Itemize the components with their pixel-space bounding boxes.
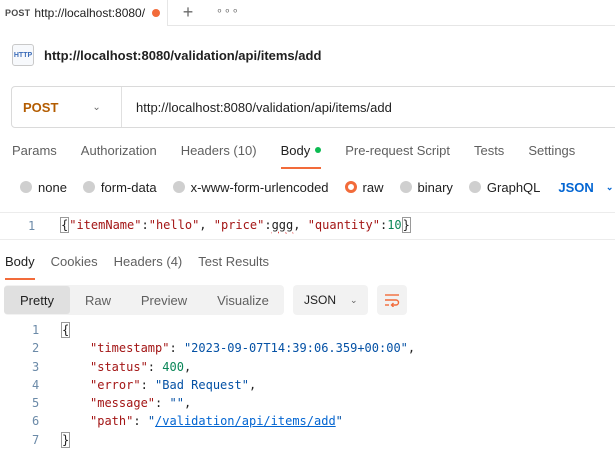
json-key: "timestamp" [90,341,170,356]
url-bar: POST ⌄ http://localhost:8080/validation/… [11,86,615,128]
radio-binary[interactable]: binary [399,179,453,195]
line-number: 3 [32,359,40,374]
radio-raw[interactable]: raw [344,179,384,195]
tab-headers[interactable]: Headers (10) [181,143,257,163]
radio-circle-icon [172,181,185,193]
chevron-down-icon: ⌄ [605,181,614,192]
response-format-label: JSON [304,293,337,307]
chevron-down-icon: ⌄ [350,294,358,305]
line-number: 2 [32,341,40,356]
code-line: 2 "timestamp": "2023-09-07T14:39:06.359+… [32,341,416,356]
radio-label: GraphQL [486,179,541,195]
response-body[interactable]: 1 { 2 "timestamp": "2023-09-07T14:39:06.… [0,321,615,449]
code-line: 1 { [0,321,615,339]
chevron-down-icon: ⌄ [92,101,101,113]
radio-circle-icon [82,181,95,193]
resp-tab-body[interactable]: Body [5,254,35,280]
resp-tab-test-results[interactable]: Test Results [198,254,269,274]
request-body-code[interactable]: {"itemName":"hello", "price":ggg, "quant… [60,217,411,233]
line-number: 4 [32,377,40,392]
json-key: "error" [90,377,141,392]
json-key: "message" [90,396,156,411]
view-mode-selector: Pretty Raw Preview Visualize [4,285,284,315]
radio-label: x-www-form-urlencoded [190,179,329,195]
wrap-lines-button[interactable] [377,285,407,315]
response-format-select[interactable]: JSON ⌄ [293,285,368,315]
tab-method-label: POST [5,8,31,18]
tab-authorization[interactable]: Authorization [81,143,157,163]
radio-selected-icon [344,181,357,193]
body-format-label: JSON [558,179,594,195]
body-format-select[interactable]: JSON ⌄ [558,180,613,195]
json-open-brace: { [61,322,71,338]
radio-circle-icon [399,181,412,193]
tab-pre-request-script[interactable]: Pre-request Script [345,143,450,163]
code-line: 6 "path": "/validation/api/items/add" [32,414,343,429]
radio-graphql[interactable]: GraphQL [468,179,541,195]
tab-body[interactable]: Body [280,143,322,169]
radio-form-data[interactable]: form-data [82,179,157,195]
tab-settings[interactable]: Settings [528,143,575,163]
resp-tab-headers[interactable]: Headers (4) [114,254,183,274]
radio-label: form-data [100,179,157,195]
more-options-icon[interactable]: ∘∘∘ [216,4,240,17]
radio-circle-icon [468,181,481,193]
resp-tab-cookies[interactable]: Cookies [51,254,98,274]
view-preview[interactable]: Preview [126,286,202,314]
json-key: "path" [90,414,134,429]
tab-title: http://localhost:8080/ [34,6,146,20]
unsaved-dot-icon[interactable] [152,9,161,17]
json-key: "status" [90,359,148,374]
radio-label: raw [362,179,384,195]
body-type-options: none form-data x-www-form-urlencoded raw… [20,178,613,196]
response-tabs: Body Cookies Headers (4) Test Results [5,254,285,280]
json-value: "2023-09-07T14:39:06.359+00:00" [183,341,408,356]
code-line: 3 "status": 400, [32,359,192,374]
radio-circle-icon [20,181,32,193]
request-body-editor[interactable]: 1 {"itemName":"hello", "price":ggg, "qua… [0,212,615,240]
code-line: 4 "error": "Bad Request", [32,377,257,392]
view-visualize[interactable]: Visualize [202,286,284,314]
line-number: 6 [32,414,40,429]
radio-label: binary [417,179,453,195]
request-header: HTTP http://localhost:8080/validation/ap… [12,42,321,68]
radio-label: none [38,179,67,195]
line-number: 7 [32,432,40,447]
request-tab[interactable]: POST http://localhost:8080/ [0,0,168,26]
code-line: 7 } [0,431,615,449]
radio-none[interactable]: none [20,180,67,195]
json-value: "" [169,396,184,411]
request-tabs: Params Authorization Headers (10) Body P… [12,143,599,169]
method-select[interactable]: POST ⌄ [12,87,122,127]
http-request-icon: HTTP [12,44,34,66]
request-tab-bar: POST http://localhost:8080/ + ∘∘∘ [0,0,615,26]
code-line: 5 "message": "", [32,396,192,411]
new-tab-plus-icon[interactable]: + [180,2,196,23]
line-number: 1 [28,219,36,233]
line-number: 5 [32,396,40,411]
wrap-lines-icon [385,294,400,307]
tab-body-label: Body [280,143,311,158]
body-indicator-dot-icon [315,147,322,153]
path-link[interactable]: /validation/api/items/add [155,414,336,428]
view-raw[interactable]: Raw [70,286,126,314]
syntax-error-token: ggg [271,218,294,232]
json-close-brace: } [61,431,71,448]
json-value: 400 [162,359,184,374]
method-label: POST [23,99,59,115]
tab-params[interactable]: Params [12,143,57,163]
line-number: 1 [32,323,40,337]
json-value: "Bad Request" [155,377,249,392]
request-name[interactable]: http://localhost:8080/validation/api/ite… [44,48,321,63]
radio-x-www-form-urlencoded[interactable]: x-www-form-urlencoded [172,179,329,195]
tab-tests[interactable]: Tests [474,143,504,163]
view-pretty[interactable]: Pretty [4,286,70,314]
url-input[interactable]: http://localhost:8080/validation/api/ite… [122,100,392,115]
